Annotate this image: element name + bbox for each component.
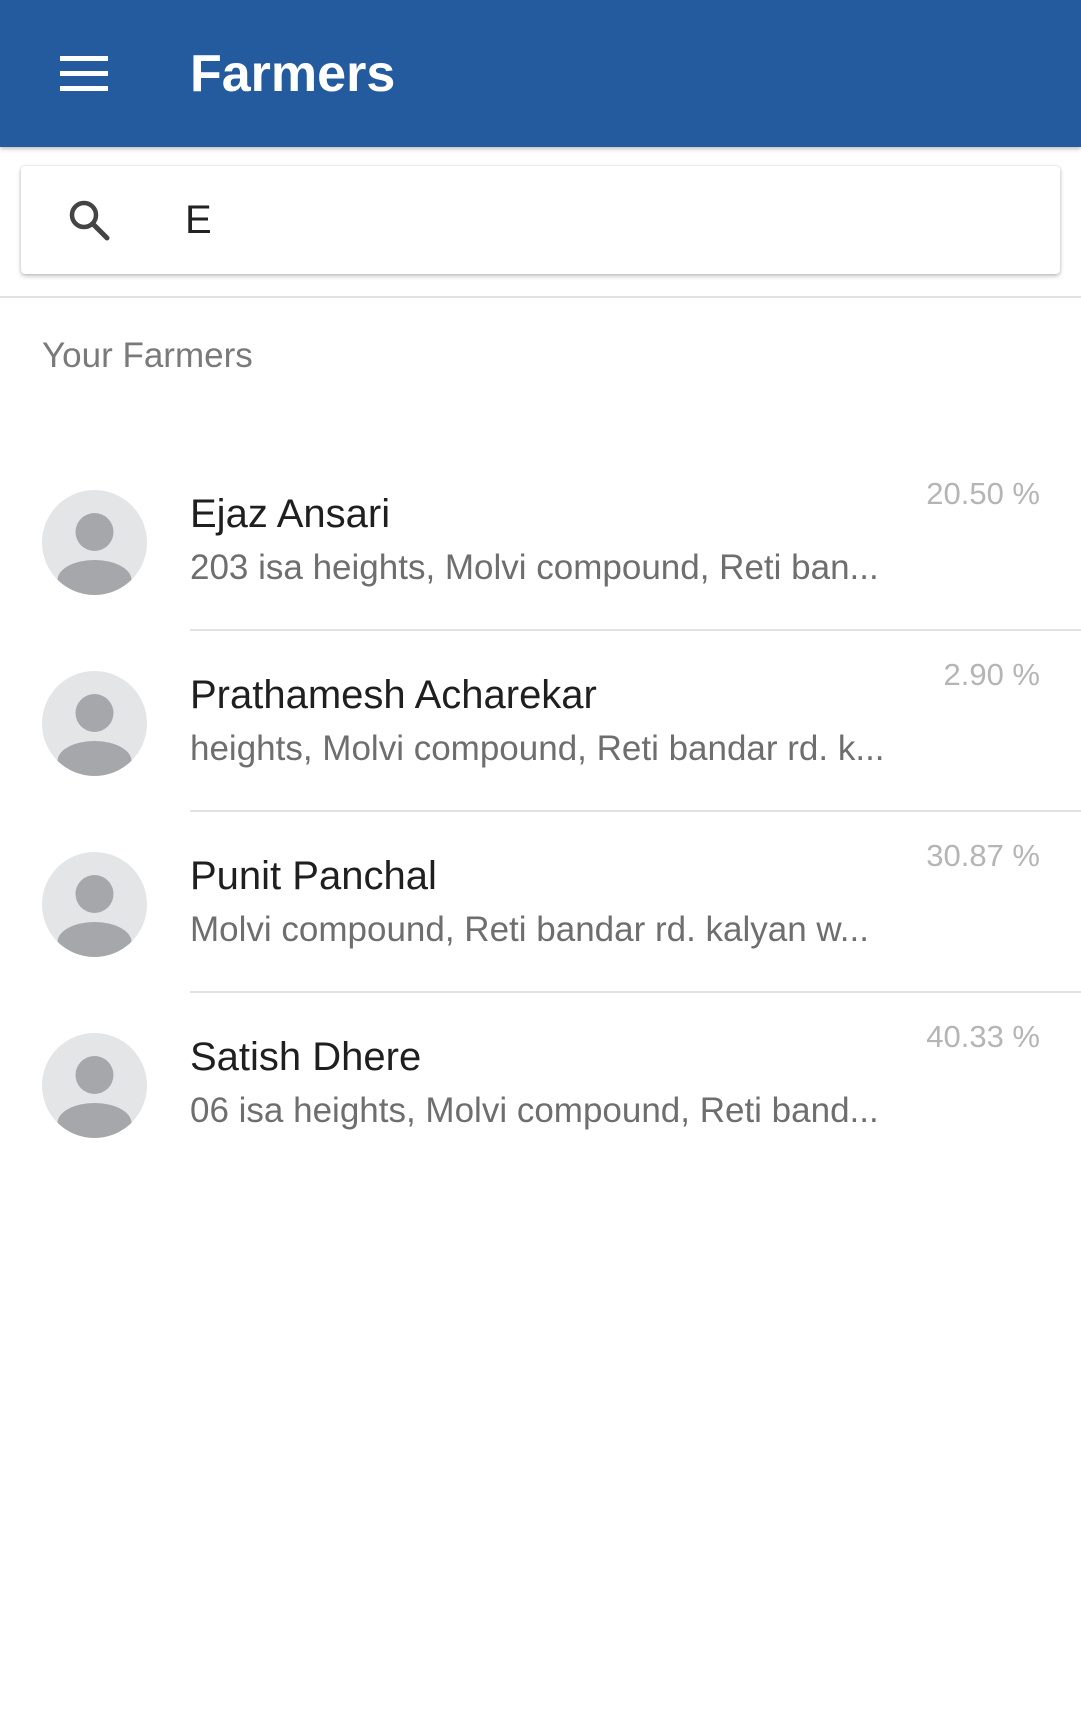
farmer-percent: 2.90 % — [943, 657, 1040, 692]
farmer-address: 203 isa heights, Molvi compound, Reti ba… — [190, 548, 879, 587]
person-avatar-icon — [42, 852, 147, 957]
search-bar — [21, 166, 1060, 274]
page-title: Farmers — [190, 45, 396, 103]
farmer-name: Punit Panchal — [190, 854, 437, 898]
person-avatar-icon — [42, 490, 147, 595]
list-item[interactable]: Prathamesh Acharekar heights, Molvi comp… — [0, 631, 1081, 812]
list-item[interactable]: Ejaz Ansari 203 isa heights, Molvi compo… — [0, 450, 1081, 631]
person-avatar-icon — [42, 671, 147, 776]
farmer-address: heights, Molvi compound, Reti bandar rd.… — [190, 729, 885, 768]
farmer-name: Satish Dhere — [190, 1035, 422, 1079]
farmer-percent: 40.33 % — [926, 1019, 1040, 1054]
search-icon[interactable] — [65, 196, 113, 244]
menu-button[interactable] — [48, 40, 120, 108]
section-header: Your Farmers — [42, 336, 253, 375]
person-avatar-icon — [42, 1033, 147, 1138]
farmer-name: Prathamesh Acharekar — [190, 673, 597, 717]
hamburger-menu-icon — [60, 56, 108, 91]
divider — [0, 296, 1081, 298]
list-item[interactable]: Punit Panchal Molvi compound, Reti banda… — [0, 812, 1081, 993]
farmer-name: Ejaz Ansari — [190, 492, 391, 536]
search-input[interactable] — [165, 186, 1045, 254]
farmer-address: 06 isa heights, Molvi compound, Reti ban… — [190, 1091, 879, 1130]
farmer-percent: 30.87 % — [926, 838, 1040, 873]
farmer-address: Molvi compound, Reti bandar rd. kalyan w… — [190, 910, 869, 949]
app-bar: Farmers — [0, 0, 1081, 147]
farmers-screen: Farmers Your Farmers Ejaz Ansari 203 isa… — [0, 0, 1081, 1732]
list-item[interactable]: Satish Dhere 06 isa heights, Molvi compo… — [0, 993, 1081, 1174]
farmer-percent: 20.50 % — [926, 476, 1040, 511]
farmer-list: Ejaz Ansari 203 isa heights, Molvi compo… — [0, 450, 1081, 1174]
